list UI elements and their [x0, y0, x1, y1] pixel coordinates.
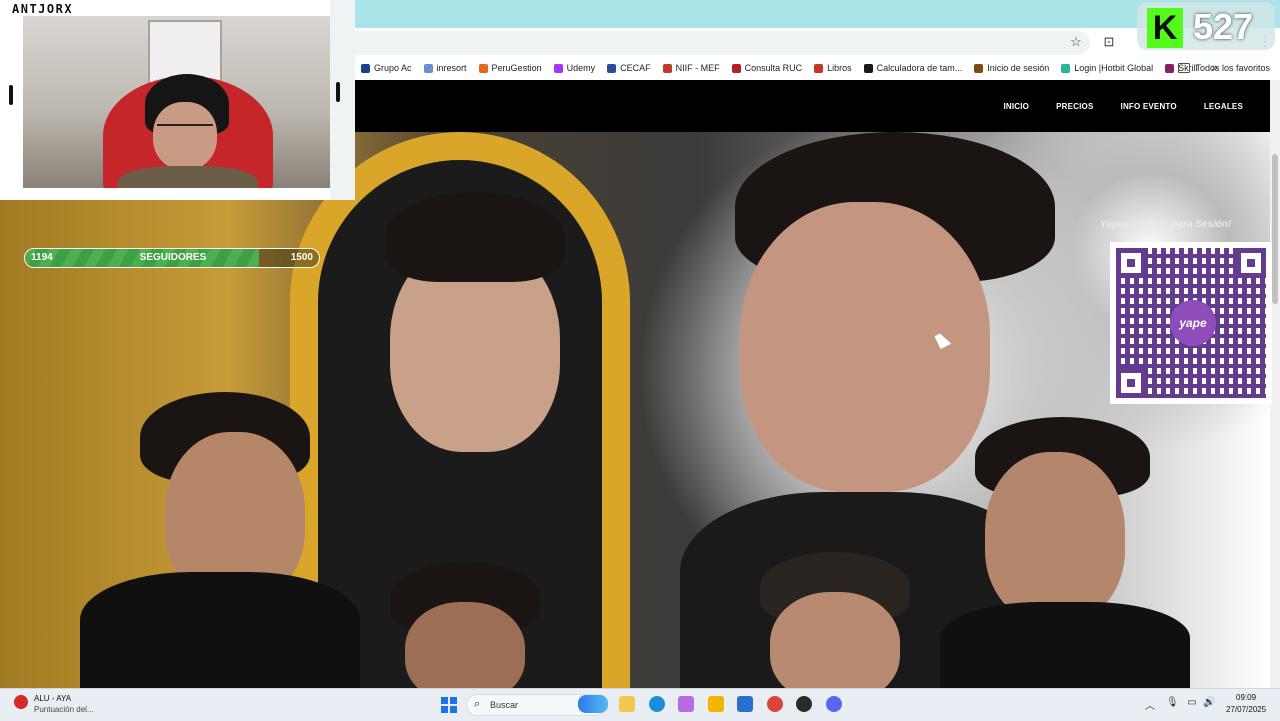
- streamer-name: ANTJORX: [12, 2, 74, 16]
- folder-taskbar-icon[interactable]: [707, 696, 724, 712]
- bookmark-label: PeruGestion: [491, 63, 542, 73]
- start-windows-icon[interactable]: [441, 697, 457, 713]
- search-icon: ⌕: [474, 698, 481, 710]
- bookmark-favicon-icon: [361, 63, 370, 73]
- person-bottom-center-face: [405, 602, 525, 688]
- followers-label: SEGUIDORES: [139, 252, 207, 263]
- clock-time[interactable]: 09:09: [1236, 693, 1256, 702]
- overlay-frame-right: [330, 0, 355, 200]
- bookmark-label: Grupo Ac: [374, 63, 412, 73]
- nav-legales[interactable]: LEGALES: [1204, 102, 1243, 111]
- qr-finder-top-left: [1116, 248, 1146, 278]
- bookmark-item[interactable]: Libros: [814, 63, 852, 73]
- bookmark-favicon-icon: [1165, 63, 1175, 73]
- widget-title[interactable]: ALU - AYA: [34, 694, 71, 703]
- widget-subtitle[interactable]: Puntuación del...: [34, 705, 94, 714]
- copilot-taskbar-icon[interactable]: [678, 696, 694, 712]
- bookmark-label: Calculadora de tam...: [876, 63, 963, 73]
- webcam-glasses: [157, 124, 213, 138]
- bookmark-favicon-icon: [553, 63, 563, 73]
- bookmark-favicon-icon: [1061, 63, 1071, 73]
- bookmark-item[interactable]: Calculadora de tam...: [863, 63, 963, 73]
- folder-icon: [1178, 63, 1191, 73]
- bookmark-item[interactable]: Login |Hotbit Global: [1061, 63, 1153, 73]
- bookmark-label: CECAF: [620, 63, 651, 73]
- followers-goal: 1500: [290, 252, 313, 263]
- bookmark-item[interactable]: CECAF: [607, 63, 651, 73]
- search-highlight-icon: [578, 695, 608, 713]
- bookmark-favicon-icon: [974, 63, 984, 73]
- bookmark-favicon-icon: [731, 63, 741, 73]
- site-navbar: INICIO PRECIOS INFO EVENTO LEGALES: [355, 80, 1270, 132]
- bookmark-star-icon[interactable]: ☆: [1068, 34, 1084, 50]
- bookmark-favicon-icon: [863, 63, 873, 73]
- bookmark-label: Inicio de sesión: [987, 63, 1050, 73]
- bookmark-item[interactable]: Udemy: [553, 63, 596, 73]
- file-explorer-taskbar-icon[interactable]: [619, 696, 635, 712]
- nav-precios[interactable]: PRECIOS: [1056, 102, 1093, 111]
- discord-taskbar-icon[interactable]: [825, 696, 842, 712]
- edge-taskbar-icon[interactable]: [648, 696, 665, 712]
- nav-inicio[interactable]: INICIO: [1003, 102, 1029, 111]
- bookmark-label: Libros: [827, 63, 852, 73]
- fighter-left-hair: [385, 192, 565, 282]
- bookmark-favicon-icon: [478, 63, 488, 73]
- all-bookmarks-label: Todos los favoritos: [1195, 63, 1270, 73]
- microphone-icon[interactable]: 🎙: [1166, 697, 1179, 709]
- bookmark-item[interactable]: Consulta RUC: [731, 63, 803, 73]
- person-bottom-right-face: [985, 452, 1125, 622]
- fighter-right-face: [740, 202, 990, 492]
- volume-icon[interactable]: 🔊: [1203, 697, 1215, 709]
- address-bar[interactable]: [355, 31, 1090, 55]
- bookmark-label: Login |Hotbit Global: [1074, 63, 1154, 73]
- bookmark-item[interactable]: PeruGestion: [478, 63, 542, 73]
- chrome-taskbar-icon[interactable]: [766, 696, 783, 712]
- bookmark-favicon-icon: [423, 63, 433, 73]
- kick-logo-icon: K: [1147, 8, 1183, 48]
- bookmark-favicon-icon: [662, 63, 672, 73]
- qr-pattern: yape: [1116, 248, 1266, 398]
- bookmark-label: NIIF - MEF: [675, 63, 720, 73]
- search-placeholder: Buscar: [490, 700, 519, 710]
- obs-taskbar-icon[interactable]: [796, 696, 812, 712]
- bookmark-item[interactable]: inresort: [423, 63, 467, 73]
- qr-caption: Yapea en Perú para Sesión!: [1100, 219, 1232, 230]
- nav-info-evento[interactable]: INFO EVENTO: [1121, 102, 1177, 111]
- bookmark-favicon-icon: [607, 63, 617, 73]
- kick-viewer-count: 527: [1193, 6, 1254, 47]
- qr-finder-top-right: [1236, 248, 1266, 278]
- all-bookmarks-button[interactable]: Todos los favoritos: [1178, 56, 1270, 80]
- bookmark-label: Udemy: [566, 63, 596, 73]
- yape-logo: yape: [1170, 300, 1216, 346]
- bookmark-item[interactable]: Grupo Ac: [361, 63, 412, 73]
- scrollbar-thumb[interactable]: [1272, 154, 1278, 304]
- bookmark-label: inresort: [436, 63, 467, 73]
- event-hero-banner: [0, 132, 1270, 688]
- tray-overflow-chevron-icon[interactable]: ︿: [1145, 697, 1155, 712]
- clock-date[interactable]: 27/07/2025: [1226, 705, 1266, 714]
- extension-icon[interactable]: ⊡: [1101, 34, 1117, 50]
- bookmark-label: Consulta RUC: [744, 63, 803, 73]
- bookmark-item[interactable]: NIIF - MEF: [662, 63, 720, 73]
- bookmarks-bar: Grupo Ac inresort PeruGestion Udemy CECAF NII…: [355, 56, 1280, 80]
- overlay-dash-right: [336, 82, 340, 102]
- followers-goal-bar: 1194 SEGUIDORES 1500: [24, 248, 320, 268]
- overlay-dash-left: [9, 85, 13, 105]
- yape-qr-code: yape: [1110, 242, 1272, 404]
- person-bottom-right-body: [940, 602, 1190, 688]
- webcam-overlay-frame: ANTJORX: [0, 0, 355, 200]
- windows-taskbar: ALU - AYA Puntuación del... ⌕ Buscar ︿ 🎙…: [0, 688, 1280, 721]
- webcam-feed: [23, 16, 330, 188]
- person-bottom-mid-face: [770, 592, 900, 688]
- person-bottom-left-body: [80, 572, 360, 688]
- webcam-streamer-shirt: [118, 166, 258, 188]
- weather-widget-icon[interactable]: [14, 695, 28, 709]
- kick-viewer-badge: K 527: [1137, 2, 1275, 50]
- qr-finder-bottom-left: [1116, 368, 1146, 398]
- store-taskbar-icon[interactable]: [737, 696, 753, 712]
- bookmark-item[interactable]: Inicio de sesión: [974, 63, 1049, 73]
- network-icon[interactable]: ▭: [1186, 697, 1198, 709]
- bookmark-favicon-icon: [814, 63, 824, 73]
